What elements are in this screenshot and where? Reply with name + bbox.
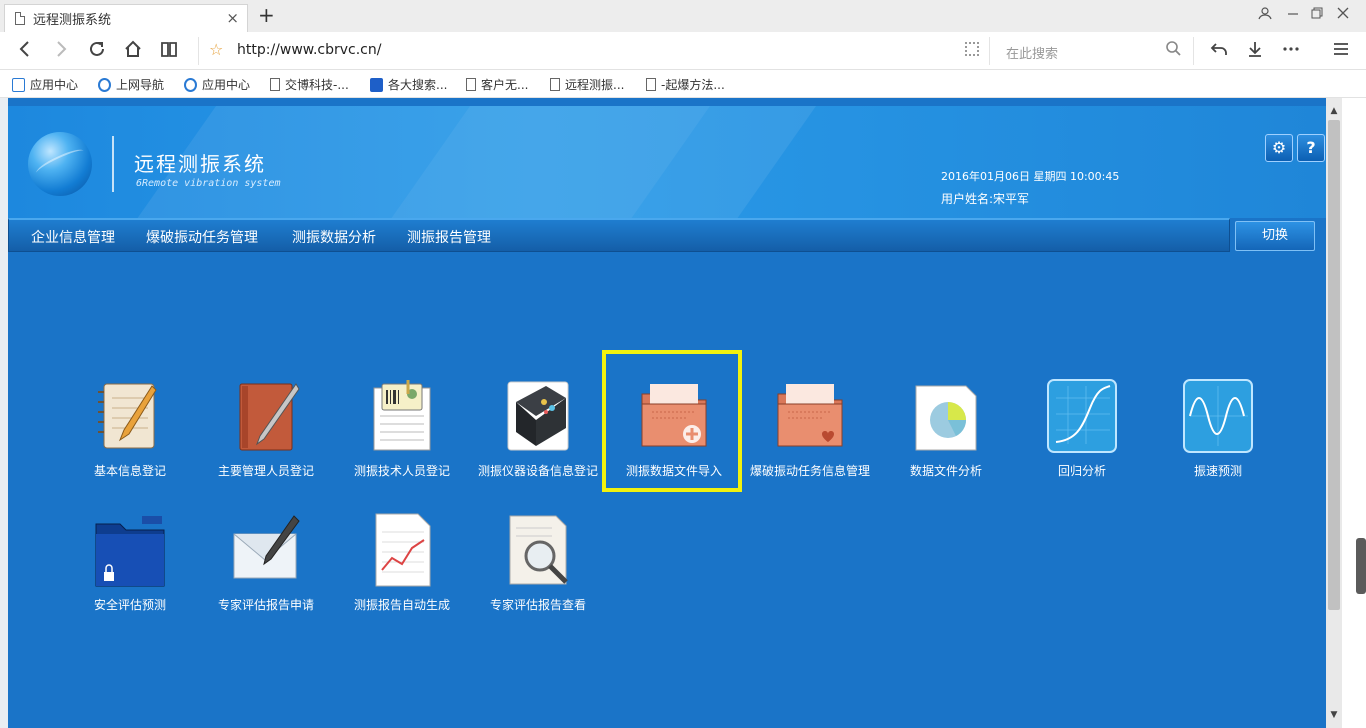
grid-item-label: 专家评估报告查看 bbox=[489, 598, 586, 612]
menu-item-enterprise[interactable]: 企业信息管理 bbox=[31, 227, 115, 247]
close-tab-icon[interactable]: × bbox=[226, 9, 239, 27]
qr-code-icon[interactable] bbox=[965, 42, 979, 56]
grid-item-report-generate[interactable]: 测振报告自动生成 bbox=[332, 512, 472, 642]
bookmark-item[interactable]: 交博科技-... bbox=[270, 76, 349, 93]
restore-icon[interactable] bbox=[1310, 6, 1324, 24]
magnifier-document-icon bbox=[502, 512, 574, 588]
grid-item-expert-request[interactable]: 专家评估报告申请 bbox=[196, 512, 336, 642]
system-title: 远程测振系统 bbox=[134, 152, 266, 176]
bookmark-item[interactable]: 各大搜索... bbox=[370, 76, 447, 93]
grid-item-velocity-forecast[interactable]: 振速预测 bbox=[1148, 378, 1288, 508]
document-icon bbox=[270, 78, 280, 91]
bookmarks-bar: 应用中心 上网导航 应用中心 交博科技-... 各大搜索... 客户无... 远… bbox=[0, 70, 1366, 98]
undo-icon[interactable] bbox=[1210, 40, 1228, 63]
new-tab-button[interactable]: + bbox=[258, 3, 275, 27]
envelope-pen-icon bbox=[230, 512, 302, 588]
report-chart-icon bbox=[366, 512, 438, 588]
side-handle[interactable] bbox=[1356, 538, 1366, 594]
grid-item-basic-info[interactable]: 基本信息登记 bbox=[60, 378, 200, 508]
ie-icon bbox=[98, 77, 111, 92]
datetime-text: 2016年01月06日 星期四 10:00:45 bbox=[941, 170, 1120, 183]
bookmark-item[interactable]: 远程测振... bbox=[550, 76, 624, 93]
reader-icon[interactable] bbox=[160, 40, 178, 63]
id-card-form-icon bbox=[366, 378, 438, 454]
url-text[interactable]: http://www.cbrvc.cn/ bbox=[237, 42, 381, 58]
download-icon[interactable] bbox=[1246, 40, 1264, 63]
bookmark-item[interactable]: 客户无... bbox=[466, 76, 528, 93]
favorite-star-icon[interactable]: ☆ bbox=[209, 40, 223, 59]
back-icon[interactable] bbox=[16, 40, 34, 63]
grid-item-blast-info[interactable]: 爆破振动任务信息管理 bbox=[740, 378, 880, 508]
user-icon[interactable] bbox=[1258, 6, 1272, 24]
bookmark-item[interactable]: -起爆方法... bbox=[646, 76, 725, 93]
search-input[interactable]: 在此搜索 bbox=[992, 37, 1194, 65]
menu-item-report[interactable]: 测振报告管理 bbox=[407, 227, 491, 247]
window-edge bbox=[1342, 98, 1366, 728]
device-icon bbox=[502, 378, 574, 454]
document-icon bbox=[550, 78, 560, 91]
settings-button[interactable]: ⚙ bbox=[1265, 134, 1293, 162]
grid-item-managers[interactable]: 主要管理人员登记 bbox=[196, 378, 336, 508]
gear-icon: ⚙ bbox=[1271, 138, 1287, 157]
circle-icon bbox=[184, 77, 197, 92]
curve-chart-icon bbox=[1046, 378, 1118, 454]
divider bbox=[112, 136, 114, 192]
refresh-icon[interactable] bbox=[88, 40, 106, 63]
system-subtitle: 6Remote vibration system bbox=[136, 178, 281, 189]
more-icon[interactable] bbox=[1282, 40, 1300, 63]
book-pen-icon bbox=[230, 378, 302, 454]
tab-title: 远程测振系统 bbox=[33, 13, 112, 28]
user-name-text: 用户姓名:宋平军 bbox=[941, 192, 1030, 206]
grid-item-devices[interactable]: 测振仪器设备信息登记 bbox=[468, 378, 608, 508]
pie-document-icon bbox=[910, 378, 982, 454]
globe-logo-icon bbox=[28, 132, 92, 196]
grid-item-label: 振速预测 bbox=[1193, 464, 1242, 478]
grid-item-expert-view[interactable]: 专家评估报告查看 bbox=[468, 512, 608, 642]
forward-icon[interactable] bbox=[52, 40, 70, 63]
grid-item-technicians[interactable]: 测振技术人员登记 bbox=[332, 378, 472, 508]
grid-item-data-import[interactable]: 测振数据文件导入 bbox=[604, 378, 744, 508]
browser-tab[interactable]: 远程测振系统 × bbox=[4, 4, 248, 32]
bag-icon bbox=[12, 77, 25, 92]
document-icon bbox=[646, 78, 656, 91]
menu-item-blast-task[interactable]: 爆破振动任务管理 bbox=[146, 227, 258, 247]
document-icon bbox=[466, 78, 476, 91]
page-border bbox=[0, 98, 8, 728]
scroll-up-icon[interactable]: ▲ bbox=[1326, 106, 1342, 116]
bookmark-item[interactable]: 上网导航 bbox=[98, 76, 164, 93]
grid-item-safety-forecast[interactable]: 安全评估预测 bbox=[60, 512, 200, 642]
bookmark-item[interactable]: 应用中心 bbox=[184, 76, 250, 93]
document-icon bbox=[15, 12, 25, 25]
scroll-thumb[interactable] bbox=[1328, 120, 1340, 610]
main-menu: 企业信息管理 爆破振动任务管理 测振数据分析 测振报告管理 bbox=[8, 218, 1230, 252]
switch-button[interactable]: 切换 bbox=[1235, 221, 1315, 251]
page-scrollbar[interactable]: ▲ ▼ bbox=[1326, 98, 1342, 728]
search-placeholder: 在此搜索 bbox=[1006, 47, 1059, 62]
menu-item-data-analysis[interactable]: 测振数据分析 bbox=[292, 227, 376, 247]
notebook-pencil-icon bbox=[94, 378, 166, 454]
search-icon[interactable] bbox=[1165, 40, 1181, 60]
close-window-icon[interactable] bbox=[1336, 6, 1350, 24]
grid-item-file-analysis[interactable]: 数据文件分析 bbox=[876, 378, 1016, 508]
page-content: 远程测振系统 6Remote vibration system 2016年01月… bbox=[0, 98, 1366, 728]
help-icon: ? bbox=[1306, 138, 1316, 157]
browser-nav-bar: ☆ http://www.cbrvc.cn/ 在此搜索 bbox=[0, 32, 1366, 70]
home-icon[interactable] bbox=[124, 40, 142, 63]
help-button[interactable]: ? bbox=[1297, 134, 1325, 162]
wave-chart-icon bbox=[1182, 378, 1254, 454]
locked-folder-icon bbox=[94, 512, 166, 588]
app-header: 远程测振系统 6Remote vibration system 2016年01月… bbox=[8, 106, 1326, 218]
address-bar[interactable]: ☆ http://www.cbrvc.cn/ bbox=[198, 37, 990, 65]
minimize-icon[interactable] bbox=[1286, 6, 1300, 24]
paw-icon bbox=[370, 77, 383, 92]
grid-item-regression[interactable]: 回归分析 bbox=[1012, 378, 1152, 508]
browser-tab-bar: 远程测振系统 × + bbox=[0, 0, 1366, 32]
menu-icon[interactable] bbox=[1332, 40, 1350, 63]
scroll-down-icon[interactable]: ▼ bbox=[1326, 710, 1342, 720]
folder-heart-icon bbox=[774, 378, 846, 454]
folder-plus-icon bbox=[638, 378, 710, 454]
bookmark-item[interactable]: 应用中心 bbox=[12, 76, 78, 93]
